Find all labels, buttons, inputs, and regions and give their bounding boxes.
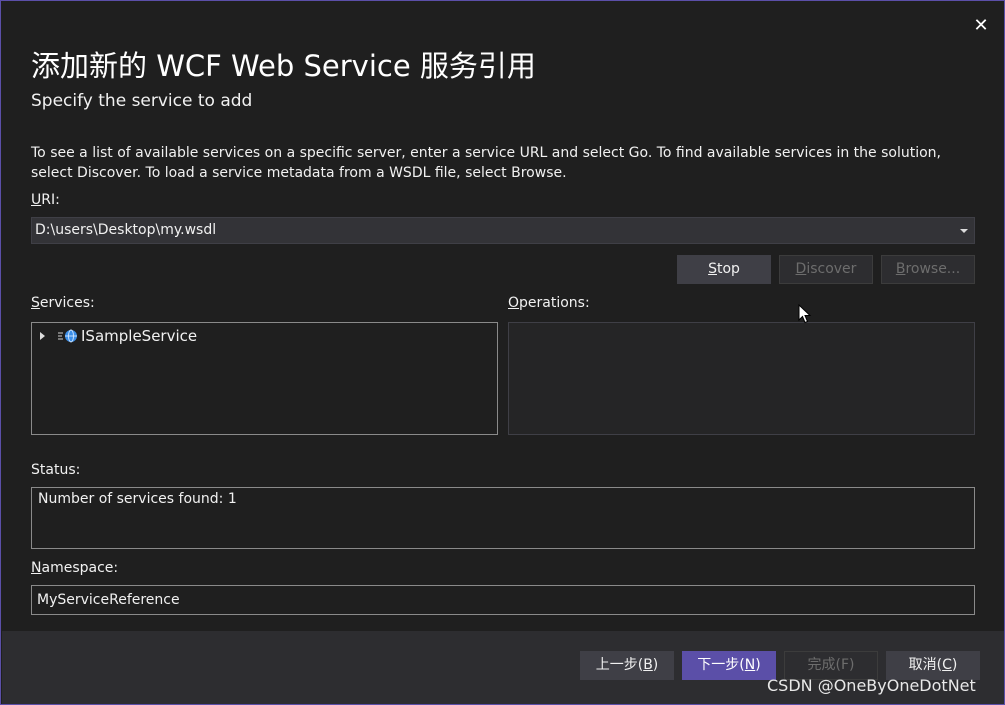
cancel-access-key: C — [942, 657, 952, 673]
uri-combobox[interactable]: D:\users\Desktop\my.wsdl — [31, 217, 975, 244]
operations-label-access-key: O — [508, 295, 520, 311]
finish-access-key: F — [840, 657, 850, 673]
uri-value: D:\users\Desktop\my.wsdl — [35, 222, 217, 238]
cancel-close: ) — [951, 657, 958, 673]
add-wcf-service-dialog: ✕ 添加新的 WCF Web Service 服务引用 Specify the … — [0, 0, 1005, 705]
next-close: ) — [755, 657, 761, 673]
discover-label: iscover — [806, 261, 857, 277]
services-tree[interactable]: ISampleService — [31, 322, 498, 435]
next-button[interactable]: 下一步(N) — [682, 651, 776, 680]
operations-label: Operations: — [508, 295, 590, 311]
uri-label-text: RI: — [41, 192, 60, 208]
namespace-label-access-key: N — [31, 560, 42, 576]
watermark: CSDN @OneByOneDotNet — [767, 676, 976, 695]
operations-list[interactable] — [508, 322, 975, 435]
namespace-value: MyServiceReference — [37, 592, 180, 608]
next-access-key: N — [744, 657, 756, 673]
tree-item-isampleservice[interactable]: ISampleService — [40, 326, 197, 346]
stop-access-key: S — [708, 261, 717, 277]
stop-label: top — [716, 261, 740, 277]
previous-close: ) — [652, 657, 659, 673]
browse-button[interactable]: Browse... — [881, 255, 975, 284]
services-label-text: ervices: — [39, 295, 95, 311]
operations-label-text: perations: — [519, 295, 590, 311]
close-icon[interactable]: ✕ — [970, 15, 992, 37]
services-label-access-key: S — [31, 295, 40, 311]
mouse-cursor-icon — [798, 304, 812, 324]
previous-button[interactable]: 上一步(B) — [580, 651, 674, 680]
expand-arrow-icon[interactable] — [40, 332, 45, 340]
previous-label: 上一步( — [595, 657, 644, 673]
finish-close: ) — [849, 657, 855, 673]
browse-label: rowse... — [905, 261, 961, 277]
discover-button[interactable]: Discover — [779, 255, 873, 284]
previous-access-key: B — [643, 657, 653, 673]
discover-access-key: D — [795, 261, 807, 277]
finish-label: 完成( — [807, 657, 841, 673]
namespace-input[interactable]: MyServiceReference — [31, 585, 975, 615]
browse-access-key: B — [895, 261, 906, 277]
instructions-text: To see a list of available services on a… — [31, 145, 941, 181]
chevron-down-icon[interactable] — [960, 229, 968, 233]
stop-button[interactable]: Stop — [677, 255, 771, 284]
namespace-label-text: amespace: — [41, 560, 119, 576]
status-box: Number of services found: 1 — [31, 487, 975, 549]
services-label: Services: — [31, 295, 95, 311]
uri-label-access-key: U — [31, 192, 42, 208]
status-label: Status: — [31, 462, 81, 478]
uri-label: URI: — [31, 192, 60, 208]
tree-item-label: ISampleService — [81, 327, 198, 345]
namespace-label: Namespace: — [31, 560, 118, 576]
dialog-subtitle: Specify the service to add — [31, 91, 253, 111]
dialog-title: 添加新的 WCF Web Service 服务引用 — [31, 49, 536, 83]
status-text: Number of services found: 1 — [38, 491, 237, 507]
service-globe-icon — [58, 329, 77, 343]
cancel-label: 取消( — [908, 657, 943, 673]
next-label: 下一步( — [697, 657, 745, 673]
